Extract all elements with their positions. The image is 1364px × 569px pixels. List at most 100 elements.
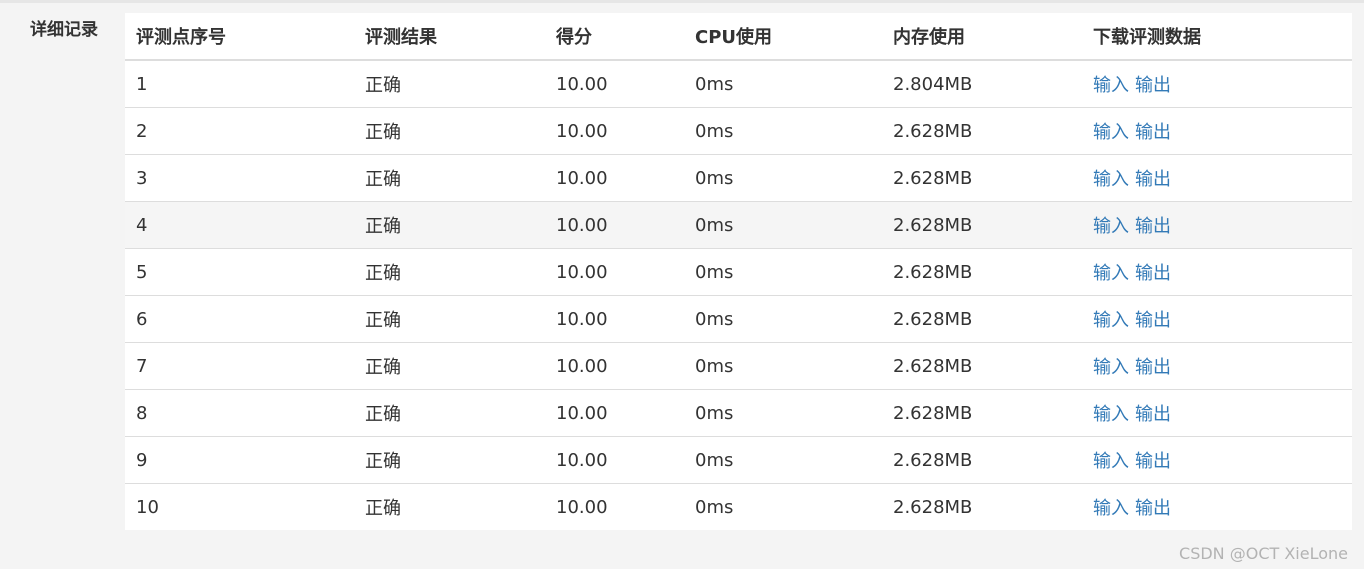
cell-score: 10.00 [545, 389, 684, 437]
download-input-link[interactable]: 输入 [1093, 310, 1129, 331]
download-output-link[interactable]: 输出 [1135, 451, 1171, 472]
cell-memory: 2.628MB [882, 248, 1082, 296]
cell-result: 正确 [354, 436, 545, 484]
download-output-link[interactable]: 输出 [1135, 498, 1171, 519]
cell-download: 输入 输出 [1082, 389, 1352, 437]
cell-cpu: 0ms [695, 73, 734, 95]
cell-cpu: 0ms [684, 248, 882, 296]
table-row: 7 正确 10.00 0ms 2.628MB 输入 输出 [125, 342, 1352, 390]
cell-cpu: 0ms [684, 436, 882, 484]
download-input-link[interactable]: 输入 [1093, 498, 1129, 519]
cell-index: 5 [125, 248, 354, 296]
cell-index: 10 [125, 483, 354, 530]
download-input-link[interactable]: 输入 [1093, 216, 1129, 237]
cell-score: 10.00 [545, 436, 684, 484]
cell-score: 10.00 [545, 248, 684, 296]
cell-memory: 2.628MB [882, 389, 1082, 437]
table-row: 6 正确 10.00 0ms 2.628MB 输入 输出 [125, 295, 1352, 343]
cell-memory: 2.628MB [882, 201, 1082, 249]
cell-memory: 2.628MB [882, 483, 1082, 530]
section-title: 详细记录 [30, 20, 98, 40]
download-input-link[interactable]: 输入 [1093, 263, 1129, 284]
cell-result: 正确 [354, 248, 545, 296]
column-header-cpu: CPU使用 [684, 13, 882, 61]
download-output-link[interactable]: 输出 [1135, 75, 1171, 96]
cell-cpu: 0ms [684, 389, 882, 437]
cell-index: 9 [125, 436, 354, 484]
cell-index: 7 [125, 342, 354, 390]
cell-score: 10.00 [545, 342, 684, 390]
download-input-link[interactable]: 输入 [1093, 122, 1129, 143]
cell-download: 输入 输出 [1082, 60, 1352, 108]
cell-memory: 2.628MB [882, 154, 1082, 202]
judge-results-table: 评测点序号 评测结果 得分 CPU使用 内存使用 下载评测数据 1 正确 10.00… [125, 13, 1352, 530]
table-row: 9 正确 10.00 0ms 2.628MB 输入 输出 [125, 436, 1352, 484]
download-output-link[interactable]: 输出 [1135, 122, 1171, 143]
download-output-link[interactable]: 输出 [1135, 404, 1171, 425]
column-header-score: 得分 [545, 13, 684, 61]
cell-memory: 2.628MB [882, 107, 1082, 155]
cell-cpu: 0ms [684, 201, 882, 249]
table-row: 8 正确 10.00 0ms 2.628MB 输入 输出 [125, 389, 1352, 437]
download-output-link[interactable]: 输出 [1135, 216, 1171, 237]
table-row: 3 正确 10.00 0ms 2.628MB 输入 输出 [125, 154, 1352, 202]
download-output-link[interactable]: 输出 [1135, 263, 1171, 284]
cell-result: 正确 [354, 389, 545, 437]
download-input-link[interactable]: 输入 [1093, 169, 1129, 190]
table-row: 1 正确 10.00 0ms 2.804MB 输入 输出 [125, 60, 1352, 108]
table-row: 10 正确 10.00 0ms 2.628MB 输入 输出 [125, 483, 1352, 530]
cell-memory: 2.804MB [893, 73, 973, 95]
cell-download: 输入 输出 [1082, 201, 1352, 249]
watermark: CSDN @OCT XieLone [1179, 544, 1348, 563]
cell-index: 1 [136, 73, 148, 95]
cell-cpu: 0ms [684, 342, 882, 390]
cell-result: 正确 [354, 342, 545, 390]
table-body: 1 正确 10.00 0ms 2.804MB 输入 输出 2 正确 10.00 0ms 2.628MB… [125, 60, 1352, 530]
column-header-result: 评测结果 [354, 13, 545, 61]
cell-result: 正确 [365, 75, 401, 96]
cell-result: 正确 [354, 201, 545, 249]
cell-score: 10.00 [545, 295, 684, 343]
cell-download: 输入 输出 [1082, 483, 1352, 530]
cell-result: 正确 [354, 107, 545, 155]
cell-index: 3 [125, 154, 354, 202]
cell-result: 正确 [354, 295, 545, 343]
column-header-memory: 内存使用 [882, 13, 1082, 61]
cell-score: 10.00 [545, 107, 684, 155]
cell-index: 4 [125, 201, 354, 249]
download-input-link[interactable]: 输入 [1093, 404, 1129, 425]
column-header-index: 评测点序号 [125, 13, 354, 61]
cell-index: 6 [125, 295, 354, 343]
table-row: 4 正确 10.00 0ms 2.628MB 输入 输出 [125, 201, 1352, 249]
cell-result: 正确 [354, 483, 545, 530]
download-output-link[interactable]: 输出 [1135, 310, 1171, 331]
cell-download: 输入 输出 [1082, 107, 1352, 155]
table-row: 5 正确 10.00 0ms 2.628MB 输入 输出 [125, 248, 1352, 296]
column-header-download: 下载评测数据 [1082, 13, 1352, 61]
download-output-link[interactable]: 输出 [1135, 169, 1171, 190]
cell-score: 10.00 [556, 73, 608, 95]
table-header-row: 评测点序号 评测结果 得分 CPU使用 内存使用 下载评测数据 [125, 13, 1352, 61]
cell-download: 输入 输出 [1082, 342, 1352, 390]
download-input-link[interactable]: 输入 [1093, 75, 1129, 96]
cell-memory: 2.628MB [882, 436, 1082, 484]
cell-memory: 2.628MB [882, 342, 1082, 390]
cell-result: 正确 [354, 154, 545, 202]
cell-download: 输入 输出 [1082, 248, 1352, 296]
cell-cpu: 0ms [684, 483, 882, 530]
cell-score: 10.00 [545, 154, 684, 202]
cell-index: 8 [125, 389, 354, 437]
cell-download: 输入 输出 [1082, 436, 1352, 484]
top-divider [0, 0, 1364, 3]
records-panel: 评测点序号 评测结果 得分 CPU使用 内存使用 下载评测数据 1 正确 10.00… [125, 13, 1352, 530]
cell-download: 输入 输出 [1082, 154, 1352, 202]
cell-memory: 2.628MB [882, 295, 1082, 343]
cell-score: 10.00 [545, 201, 684, 249]
download-input-link[interactable]: 输入 [1093, 451, 1129, 472]
cell-download: 输入 输出 [1082, 295, 1352, 343]
cell-cpu: 0ms [684, 295, 882, 343]
download-input-link[interactable]: 输入 [1093, 357, 1129, 378]
cell-index: 2 [125, 107, 354, 155]
download-output-link[interactable]: 输出 [1135, 357, 1171, 378]
cell-score: 10.00 [545, 483, 684, 530]
